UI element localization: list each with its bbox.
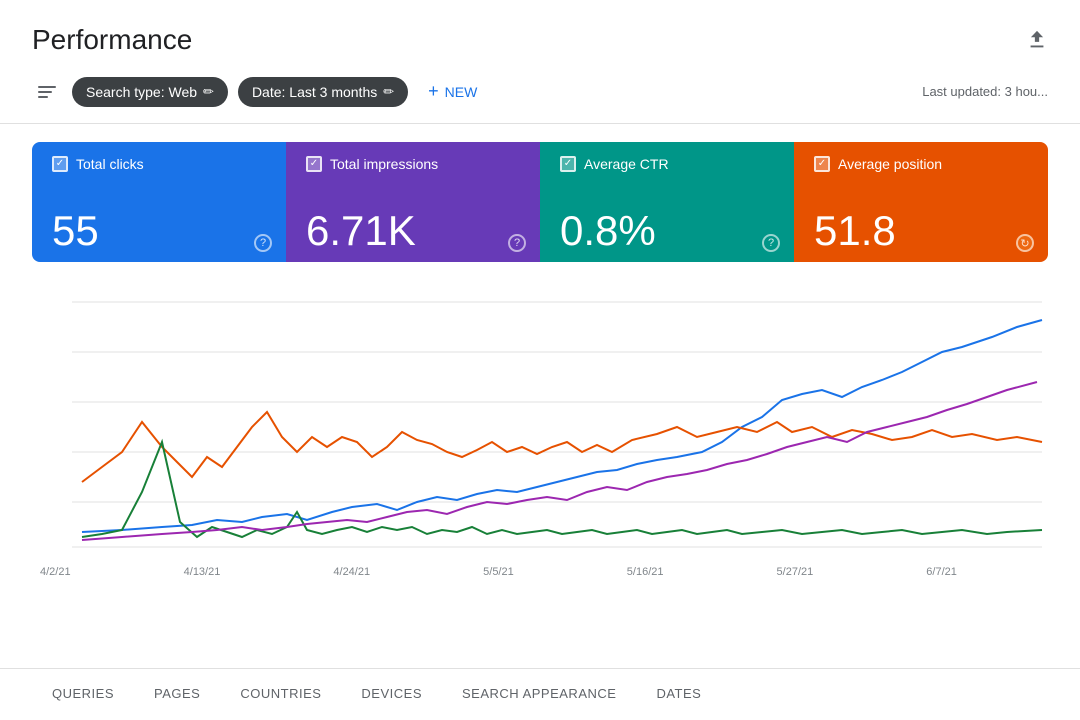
x-label-6: 6/7/21 bbox=[926, 566, 957, 578]
page-title: Performance bbox=[32, 24, 192, 56]
tab-queries[interactable]: QUERIES bbox=[32, 669, 134, 720]
metric-card-clicks[interactable]: Total clicks 55 ? bbox=[32, 142, 286, 262]
tab-dates[interactable]: DATES bbox=[636, 669, 721, 720]
x-label-3: 5/5/21 bbox=[483, 566, 514, 578]
search-type-edit-icon: ✏ bbox=[203, 84, 214, 100]
metric-card-ctr[interactable]: Average CTR 0.8% ? bbox=[540, 142, 794, 262]
plus-icon: + bbox=[428, 81, 439, 102]
x-label-1: 4/13/21 bbox=[184, 566, 221, 578]
performance-chart bbox=[32, 282, 1048, 562]
new-button[interactable]: + NEW bbox=[418, 74, 487, 109]
metric-card-impressions[interactable]: Total impressions 6.71K ? bbox=[286, 142, 540, 262]
tab-devices[interactable]: DEVICES bbox=[341, 669, 442, 720]
ctr-value: 0.8% bbox=[560, 210, 774, 252]
tab-search-appearance[interactable]: SEARCH APPEARANCE bbox=[442, 669, 636, 720]
search-type-label: Search type: Web bbox=[86, 84, 197, 100]
clicks-checkbox bbox=[52, 156, 68, 172]
search-type-chip[interactable]: Search type: Web ✏ bbox=[72, 77, 228, 107]
metric-cards: Total clicks 55 ? Total impressions 6.71… bbox=[32, 142, 1048, 262]
download-button[interactable] bbox=[1026, 29, 1048, 51]
impressions-help-icon[interactable]: ? bbox=[508, 234, 526, 252]
bottom-tabs: QUERIES PAGES COUNTRIES DEVICES SEARCH A… bbox=[0, 668, 1080, 720]
date-chip[interactable]: Date: Last 3 months ✏ bbox=[238, 77, 408, 107]
metric-card-position[interactable]: Average position 51.8 ↻ bbox=[794, 142, 1048, 262]
clicks-value: 55 bbox=[52, 210, 266, 252]
ctr-help-icon[interactable]: ? bbox=[762, 234, 780, 252]
ctr-label: Average CTR bbox=[584, 156, 669, 172]
position-label: Average position bbox=[838, 156, 942, 172]
impressions-checkbox bbox=[306, 156, 322, 172]
impressions-value: 6.71K bbox=[306, 210, 520, 252]
toolbar: Search type: Web ✏ Date: Last 3 months ✏… bbox=[0, 64, 1080, 124]
date-edit-icon: ✏ bbox=[383, 84, 394, 100]
tab-pages[interactable]: PAGES bbox=[134, 669, 220, 720]
x-label-5: 5/27/21 bbox=[777, 566, 814, 578]
filter-icon bbox=[38, 86, 56, 98]
page-container: Performance Search type: Web ✏ Date: Las… bbox=[0, 0, 1080, 720]
position-checkbox bbox=[814, 156, 830, 172]
x-label-0: 4/2/21 bbox=[40, 566, 71, 578]
last-updated-text: Last updated: 3 hou... bbox=[922, 84, 1048, 99]
impressions-label: Total impressions bbox=[330, 156, 438, 172]
x-label-2: 4/24/21 bbox=[333, 566, 370, 578]
x-label-4: 5/16/21 bbox=[627, 566, 664, 578]
tab-countries[interactable]: COUNTRIES bbox=[220, 669, 341, 720]
date-label: Date: Last 3 months bbox=[252, 84, 377, 100]
x-axis-labels: 4/2/21 4/13/21 4/24/21 5/5/21 5/16/21 5/… bbox=[0, 562, 1080, 578]
clicks-label: Total clicks bbox=[76, 156, 144, 172]
new-label: NEW bbox=[445, 84, 478, 100]
ctr-checkbox bbox=[560, 156, 576, 172]
filter-button[interactable] bbox=[32, 82, 62, 102]
position-help-icon[interactable]: ↻ bbox=[1016, 234, 1034, 252]
clicks-help-icon[interactable]: ? bbox=[254, 234, 272, 252]
position-value: 51.8 bbox=[814, 210, 1028, 252]
chart-area bbox=[32, 282, 1048, 562]
header: Performance bbox=[0, 0, 1080, 64]
